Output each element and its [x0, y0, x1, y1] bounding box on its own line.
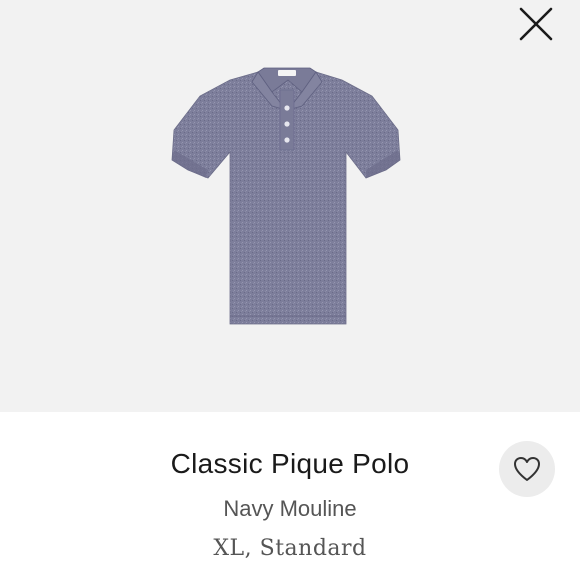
product-title: Classic Pique Polo	[170, 448, 410, 479]
product-image	[171, 67, 401, 325]
product-detail-screen: Classic Pique Polo Navy Mouline XL, Stan…	[0, 0, 580, 580]
product-size: XL, Standard	[213, 536, 367, 561]
product-image-area	[0, 0, 580, 412]
close-button[interactable]	[512, 0, 560, 48]
product-info: Classic Pique Polo Navy Mouline XL, Stan…	[0, 412, 580, 580]
close-icon	[519, 7, 553, 41]
heart-outline-icon	[514, 457, 540, 481]
product-color: Navy Mouline	[223, 496, 357, 521]
favorite-button[interactable]	[499, 441, 555, 497]
